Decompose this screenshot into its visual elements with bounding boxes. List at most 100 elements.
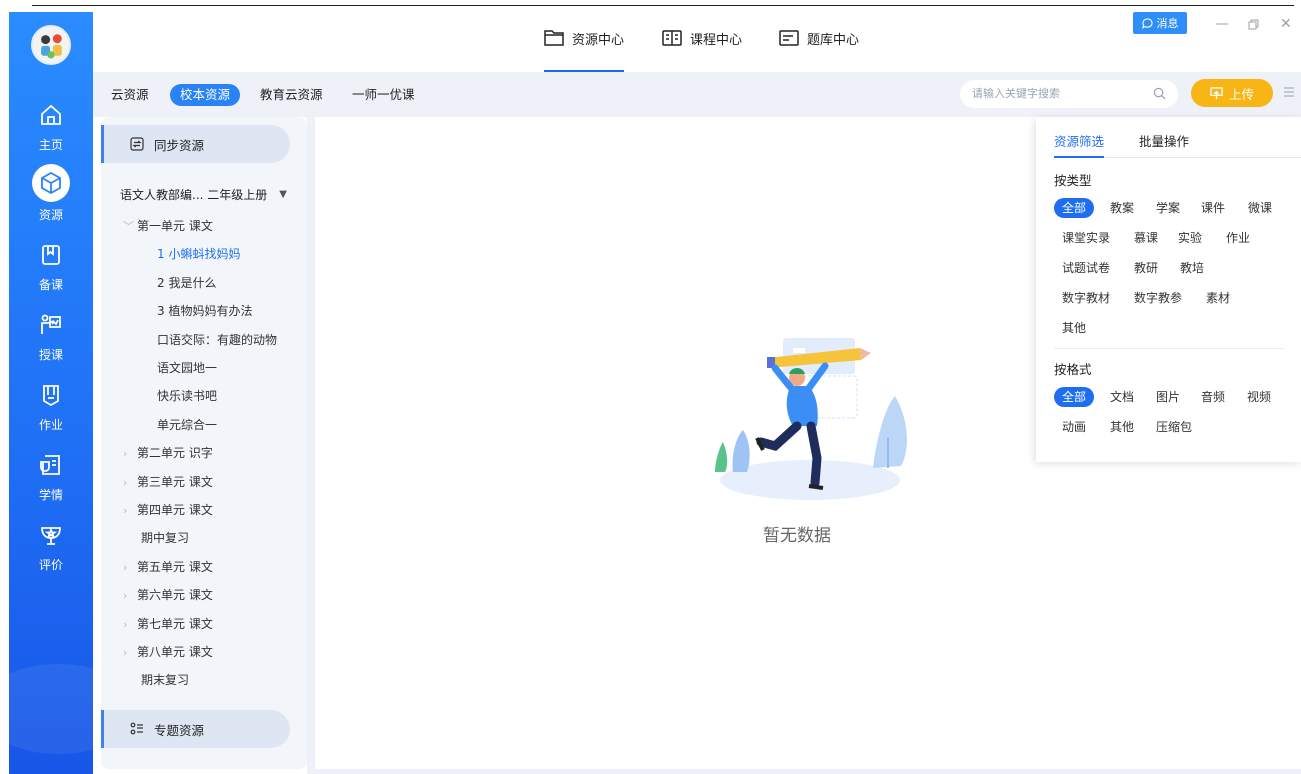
tab-course-center[interactable]: 课程中心 xyxy=(662,29,742,69)
tree-unit-item[interactable]: › 第七单元 课文 xyxy=(123,615,213,632)
rail-item-learning-status[interactable]: 学情 xyxy=(9,442,93,512)
tab-school-resources[interactable]: 校本资源 xyxy=(170,84,241,106)
tree-unit-item[interactable]: › 第五单元 课文 xyxy=(123,558,213,575)
tree-lesson-item[interactable]: 口语交际：有趣的动物 xyxy=(157,331,277,348)
message-button[interactable]: 消息 xyxy=(1133,12,1187,34)
type-filter-chip[interactable]: 教研 xyxy=(1126,258,1166,278)
type-filter-chip[interactable]: 课堂实录 xyxy=(1054,228,1118,248)
home-icon xyxy=(36,100,66,130)
type-filter-chip[interactable]: 其他 xyxy=(1054,318,1094,338)
app-window: 主页 资源 备课 授课 作业 学情 评价 资源中心 课程中心 题库中心 消息 —… xyxy=(0,0,1301,774)
book-selector[interactable]: 语文人教部编... 二年级上册 ▼ xyxy=(120,186,287,203)
format-filter-chip[interactable]: 其他 xyxy=(1102,417,1142,437)
rail-item-lesson-prep[interactable]: 备课 xyxy=(9,232,93,302)
type-filter-chip[interactable]: 教案 xyxy=(1102,198,1142,218)
rail-item-evaluation[interactable]: 评价 xyxy=(9,512,93,582)
format-filter-chip[interactable]: 全部 xyxy=(1054,387,1095,407)
book-label: 语文人教部编... 二年级上册 xyxy=(120,188,268,202)
tree-lesson-item[interactable]: 语文园地一 xyxy=(157,359,217,376)
tree-item-label: 第二单元 识字 xyxy=(137,446,213,461)
rail-item-label: 资源 xyxy=(38,208,63,222)
tree-lesson-item[interactable]: 快乐读书吧 xyxy=(157,387,217,404)
format-filter-chip[interactable]: 文档 xyxy=(1102,387,1142,407)
upload-button[interactable]: 上传 xyxy=(1191,79,1273,107)
type-filter-chip[interactable]: 数字教材 xyxy=(1054,288,1118,308)
format-filter-chip[interactable]: 图片 xyxy=(1148,387,1188,407)
tree-lesson-item[interactable]: 2 我是什么 xyxy=(157,274,216,291)
rail-item-resources[interactable]: 资源 xyxy=(9,162,93,232)
filter-divider xyxy=(1054,348,1284,349)
format-filter-chip[interactable]: 音频 xyxy=(1193,387,1233,407)
type-filter-chip[interactable]: 学案 xyxy=(1148,198,1188,218)
upload-icon xyxy=(1210,86,1223,99)
tab-batch-operations[interactable]: 批量操作 xyxy=(1139,131,1189,150)
tree-lesson-item[interactable]: 期中复习 xyxy=(141,529,189,546)
tree-item-label: 第七单元 课文 xyxy=(137,616,213,631)
message-label: 消息 xyxy=(1156,17,1179,30)
tree-unit-item[interactable]: › 第四单元 课文 xyxy=(123,501,213,518)
minimize-icon[interactable]: — xyxy=(1215,16,1229,32)
type-filter-chip[interactable]: 素材 xyxy=(1198,288,1238,308)
tree-unit-item[interactable]: ﹀ 第一单元 课文 xyxy=(123,217,213,234)
tree-lesson-item[interactable]: 1 小蝌蚪找妈妈 xyxy=(157,245,240,262)
type-filter-chip[interactable]: 数字教参 xyxy=(1126,288,1190,308)
window-top-line xyxy=(32,5,1294,6)
tree-unit-item[interactable]: › 第六单元 课文 xyxy=(123,586,213,603)
type-filter-chip[interactable]: 作业 xyxy=(1218,228,1258,248)
tab-resource-filter[interactable]: 资源筛选 xyxy=(1054,131,1104,150)
tree-item-label: 快乐读书吧 xyxy=(157,389,218,404)
tree-unit-item[interactable]: › 第二单元 识字 xyxy=(123,444,213,461)
tree-item-label: 口语交际：有趣的动物 xyxy=(157,332,278,347)
book-icon xyxy=(36,240,66,270)
format-filter-chip[interactable]: 动画 xyxy=(1054,417,1094,437)
tree-unit-item[interactable]: › 第八单元 课文 xyxy=(123,643,213,660)
rail-item-homework[interactable]: 作业 xyxy=(9,372,93,442)
rail-item-home[interactable]: 主页 xyxy=(9,92,93,162)
tree-lesson-item[interactable]: 单元综合一 xyxy=(157,416,217,433)
restore-icon[interactable] xyxy=(1248,18,1259,34)
format-filter-chip[interactable]: 压缩包 xyxy=(1148,417,1200,437)
empty-state-text: 暂无数据 xyxy=(763,526,831,546)
upload-label: 上传 xyxy=(1228,86,1254,102)
chevron-right-icon[interactable]: › xyxy=(123,589,137,602)
menu-icon[interactable] xyxy=(1282,85,1296,99)
tab-one-teacher-one-class[interactable]: 一师一优课 xyxy=(342,84,425,106)
chevron-right-icon[interactable]: › xyxy=(123,561,137,574)
tree-lesson-item[interactable]: 3 植物妈妈有办法 xyxy=(157,302,252,319)
type-filter-chip[interactable]: 课件 xyxy=(1193,198,1233,218)
chevron-right-icon[interactable]: › xyxy=(123,504,137,517)
close-icon[interactable]: ✕ xyxy=(1280,16,1292,32)
tree-lesson-item[interactable]: 期末复习 xyxy=(141,671,189,688)
tree-item-label: 2 我是什么 xyxy=(157,275,217,290)
chevron-right-icon[interactable]: › xyxy=(123,447,137,460)
tab-cloud-resources[interactable]: 云资源 xyxy=(101,84,159,106)
chevron-down-icon[interactable]: ﹀ xyxy=(123,218,137,234)
tab-edu-cloud-resources[interactable]: 教育云资源 xyxy=(250,84,333,106)
chevron-right-icon[interactable]: › xyxy=(123,646,137,659)
type-filter-chip[interactable]: 全部 xyxy=(1054,198,1095,218)
tree-item-label: 1 小蝌蚪找妈妈 xyxy=(157,247,241,262)
sync-label: 同步资源 xyxy=(154,137,205,153)
search-input[interactable]: 请输入关键字搜索 xyxy=(960,80,1178,108)
trophy-icon xyxy=(36,520,66,550)
sync-resources-header[interactable]: 同步资源 xyxy=(101,125,290,163)
avatar[interactable] xyxy=(31,25,71,65)
type-filter-chip[interactable]: 教培 xyxy=(1172,258,1212,278)
report-icon xyxy=(36,450,66,480)
empty-state-illustration xyxy=(715,338,907,500)
open-book-icon xyxy=(662,30,682,46)
format-filter-chip[interactable]: 视频 xyxy=(1239,387,1279,407)
tab-question-bank[interactable]: 题库中心 xyxy=(779,29,859,69)
type-filter-chip[interactable]: 实验 xyxy=(1170,228,1210,248)
tree-unit-item[interactable]: › 第三单元 课文 xyxy=(123,473,213,490)
topic-resources-header[interactable]: 专题资源 xyxy=(101,710,290,748)
chevron-right-icon[interactable]: › xyxy=(123,476,137,489)
tab-resource-center[interactable]: 资源中心 xyxy=(544,29,625,72)
type-filter-chip[interactable]: 微课 xyxy=(1240,198,1280,218)
rail-item-teach[interactable]: 授课 xyxy=(9,302,93,372)
chevron-right-icon[interactable]: › xyxy=(123,618,137,631)
type-filter-chip[interactable]: 试题试卷 xyxy=(1054,258,1118,278)
search-icon[interactable] xyxy=(1153,87,1166,100)
rail-item-label: 授课 xyxy=(38,348,63,362)
type-filter-chip[interactable]: 慕课 xyxy=(1126,228,1166,248)
